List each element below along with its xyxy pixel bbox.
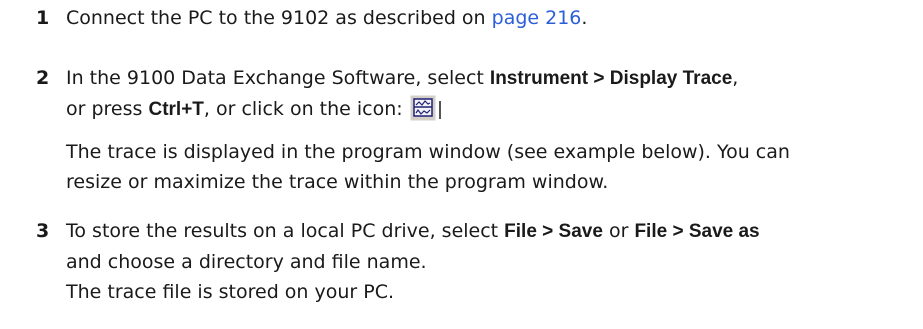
step-text: In the 9100 Data Exchange Software, sele… xyxy=(66,63,916,197)
step-1-text: Connect the PC to the 9102 as described … xyxy=(66,7,492,29)
menu-path-instrument-display-trace: Instrument > Display Trace xyxy=(489,68,733,89)
step-number: 3 xyxy=(36,220,50,242)
step-number: 2 xyxy=(36,67,50,89)
step-3-text-pre: To store the results on a local PC drive… xyxy=(66,220,505,242)
step-text: To store the results on a local PC drive… xyxy=(66,216,916,307)
or-text: or xyxy=(602,220,635,242)
step-2-text-icon-intro: , or click on the icon: xyxy=(203,98,403,120)
step-3-result: The trace file is stored on your PC. xyxy=(66,281,395,303)
shortcut-ctrl-t: Ctrl+T xyxy=(148,99,204,120)
step-2-description-1: The trace is displayed in the program wi… xyxy=(66,141,790,163)
period: . xyxy=(581,7,588,29)
page-link[interactable]: page 216 xyxy=(492,7,582,29)
comma: , xyxy=(732,67,739,89)
step-text: Connect the PC to the 9102 as described … xyxy=(66,3,916,33)
step-3-text-line2: and choose a directory and file name. xyxy=(66,251,427,273)
display-trace-icon xyxy=(409,93,445,123)
step-2-text-line2: or press xyxy=(66,98,149,120)
step-2-text-pre: In the 9100 Data Exchange Software, sele… xyxy=(66,67,490,89)
step-2-description-2: resize or maximize the trace within the … xyxy=(66,171,609,193)
menu-path-file-save: File > Save xyxy=(504,221,603,242)
step-number: 1 xyxy=(36,7,50,29)
menu-path-file-save-as: File > Save as xyxy=(634,221,760,242)
